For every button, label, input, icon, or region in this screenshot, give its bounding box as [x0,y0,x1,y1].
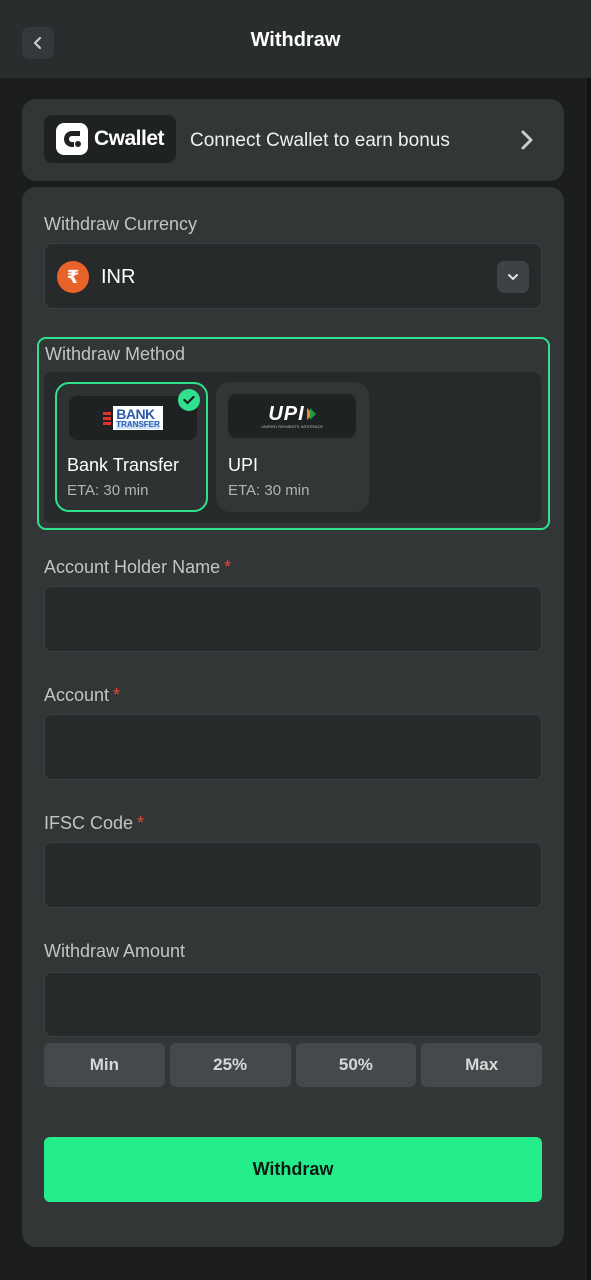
amount-preset-buttons: Min 25% 50% Max [44,1043,542,1087]
currency-select[interactable]: ₹ INR [44,243,542,309]
cwallet-logo-text: Cwallet [94,127,165,150]
ifsc-input[interactable] [44,842,542,908]
withdraw-form: Withdraw Currency ₹ INR Withdraw Method [22,187,564,1247]
chevron-right-icon [521,130,533,150]
method-option-upi[interactable]: UPI UNIFIED PAYMENTS INTERFACE UPI ETA: … [216,382,369,512]
selected-check-icon [178,389,200,411]
upi-logo: UPI UNIFIED PAYMENTS INTERFACE [228,394,356,438]
amount-label: Withdraw Amount [44,941,186,961]
method-eta: ETA: 30 min [228,482,310,499]
required-mark: * [137,813,145,833]
account-label: Account * [44,684,120,706]
account-input[interactable] [44,714,542,780]
currency-dropdown-button[interactable] [497,261,529,293]
cwallet-connect-banner[interactable]: Cwallet Connect Cwallet to earn bonus [22,99,564,181]
method-eta: ETA: 30 min [67,482,149,499]
amount-25-button[interactable]: 25% [169,1043,291,1087]
account-label-text: Account [44,685,110,705]
top-bar: Withdraw [0,0,591,78]
holder-name-label: Account Holder Name * [44,556,231,578]
chevron-down-icon [508,274,518,280]
currency-value: INR [101,266,136,288]
currency-label: Withdraw Currency [44,214,198,234]
method-option-bank-transfer[interactable]: BANK TRANSFER Bank Transfer ETA: 30 min [55,382,208,512]
holder-name-input[interactable] [44,586,542,652]
bank-logo-subtext: TRANSFER [116,420,160,429]
ifsc-label-text: IFSC Code [44,813,134,833]
required-mark: * [113,685,121,705]
cwallet-banner-text: Connect Cwallet to earn bonus [190,130,450,151]
upi-logo-subtext: UNIFIED PAYMENTS INTERFACE [260,423,324,429]
amount-min-button[interactable]: Min [44,1043,165,1087]
method-name: Bank Transfer [67,455,180,475]
method-label: Withdraw Method [45,344,186,364]
cwallet-logo: Cwallet [44,115,176,163]
method-name: UPI [228,455,259,475]
amount-input[interactable] [44,972,542,1037]
page-title: Withdraw [250,29,341,51]
withdraw-method-section: Withdraw Method BANK TRANSFER Bank Trans… [37,337,550,530]
required-mark: * [224,557,232,577]
withdraw-submit-button[interactable]: Withdraw [44,1137,542,1202]
bank-logo-text: BANK [116,406,155,422]
amount-50-button[interactable]: 50% [295,1043,417,1087]
upi-logo-text: UPI [268,402,305,425]
rupee-icon: ₹ [57,261,89,293]
scrollbar[interactable] [587,78,591,1280]
amount-max-button[interactable]: Max [421,1043,542,1087]
method-options: BANK TRANSFER Bank Transfer ETA: 30 min [44,372,541,523]
cwallet-mark-icon [56,123,88,155]
holder-name-label-text: Account Holder Name [44,557,221,577]
ifsc-label: IFSC Code * [44,812,144,834]
